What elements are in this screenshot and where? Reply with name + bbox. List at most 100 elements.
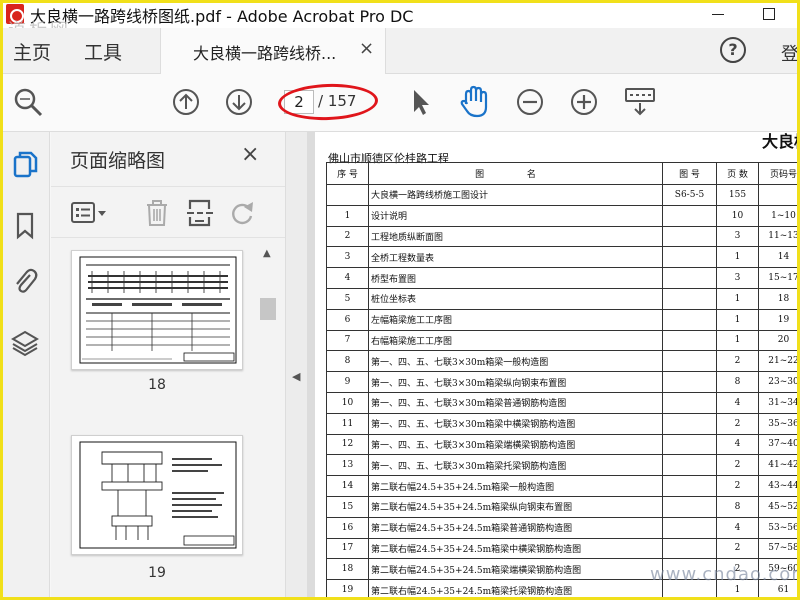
document-heading: 大良横 bbox=[762, 132, 800, 151]
row-code bbox=[662, 537, 717, 560]
row-index: 15 bbox=[326, 495, 369, 518]
row-code bbox=[662, 391, 717, 414]
row-code bbox=[662, 371, 717, 393]
table-row: 10 第一、四、五、七联3×30m箱梁普通钢筋构造图 4 31~34 bbox=[326, 391, 800, 414]
row-title: 第二联右幅24.5+35+24.5m箱梁端横梁钢筋构造图 bbox=[368, 558, 663, 581]
collapse-panel-icon[interactable]: ◀ bbox=[292, 370, 300, 383]
thumbnails-scrollbar[interactable]: ▲ bbox=[259, 246, 277, 600]
hand-tool-icon[interactable] bbox=[458, 84, 492, 120]
document-view[interactable]: 大良横 佛山市顺德区伦桂路工程 序 号 图 名 图 号 页 数 页码号 大良横一… bbox=[307, 132, 800, 600]
row-title: 桩位坐标表 bbox=[368, 287, 663, 310]
table-row: 大良横一路跨线桥施工图设计 S6-5-5 155 bbox=[326, 184, 800, 206]
table-row: 17 第二联右幅24.5+35+24.5m箱梁中横梁钢筋构造图 2 57~58 bbox=[326, 537, 800, 560]
zoom-in-icon[interactable] bbox=[569, 87, 599, 117]
row-index: 19 bbox=[326, 579, 369, 600]
zoom-out-icon[interactable] bbox=[515, 87, 545, 117]
row-code bbox=[662, 454, 717, 477]
row-index: 3 bbox=[326, 246, 369, 269]
row-title: 第二联右幅24.5+35+24.5m箱梁中横梁钢筋构造图 bbox=[368, 537, 663, 560]
row-title: 第二联右幅24.5+35+24.5m箱梁普通钢筋构造图 bbox=[368, 516, 663, 539]
row-range: 57~58 bbox=[758, 537, 800, 560]
row-index: 7 bbox=[326, 329, 369, 352]
table-row: 11 第一、四、五、七联3×30m箱梁中横梁钢筋构造图 2 35~36 bbox=[326, 412, 800, 435]
row-title: 第二联右幅24.5+35+24.5m箱梁托梁钢筋构造图 bbox=[368, 579, 663, 600]
row-index: 12 bbox=[326, 433, 369, 456]
minimize-button[interactable] bbox=[706, 6, 732, 22]
table-row: 12 第一、四、五、七联3×30m箱梁端横梁钢筋构造图 4 37~40 bbox=[326, 433, 800, 456]
previous-page-icon[interactable] bbox=[171, 87, 201, 117]
thumbnail-page[interactable] bbox=[71, 435, 243, 555]
attachment-icon[interactable] bbox=[10, 266, 40, 296]
row-range: 23~30 bbox=[758, 371, 800, 393]
row-pages: 2 bbox=[716, 537, 759, 560]
table-row: 15 第二联右幅24.5+35+24.5m箱梁纵向钢束布置图 8 45~52 bbox=[326, 495, 800, 518]
help-icon[interactable]: ? bbox=[720, 37, 746, 63]
row-code bbox=[662, 412, 717, 435]
thumbnail-options-icon[interactable] bbox=[69, 199, 109, 227]
row-code bbox=[662, 350, 717, 373]
row-code bbox=[662, 225, 717, 248]
row-title: 第一、四、五、七联3×30m箱梁普通钢筋构造图 bbox=[368, 391, 663, 414]
header-code: 图 号 bbox=[662, 162, 717, 185]
row-pages: 2 bbox=[716, 475, 759, 497]
table-row: 5 桩位坐标表 1 18 bbox=[326, 287, 800, 310]
row-index: 9 bbox=[326, 371, 369, 393]
row-code bbox=[662, 246, 717, 269]
row-code bbox=[662, 516, 717, 539]
tab-close-icon[interactable]: × bbox=[359, 38, 374, 59]
row-code bbox=[662, 308, 717, 331]
row-code bbox=[662, 287, 717, 310]
window-title: 大良横一路跨线桥图纸.pdf - Adobe Acrobat Pro DC bbox=[30, 7, 414, 26]
header-range: 页码号 bbox=[758, 162, 800, 185]
row-index: 6 bbox=[326, 308, 369, 331]
scroll-up-icon[interactable]: ▲ bbox=[263, 248, 271, 259]
row-range: 45~52 bbox=[758, 495, 800, 518]
menu-home[interactable]: 主页 bbox=[13, 38, 51, 65]
pdf-page: 大良横 佛山市顺德区伦桂路工程 序 号 图 名 图 号 页 数 页码号 大良横一… bbox=[315, 132, 800, 600]
toolbar: 2 / 157 bbox=[0, 74, 800, 132]
keyboard-scroll-icon[interactable] bbox=[622, 85, 658, 119]
row-range: 19 bbox=[758, 308, 800, 331]
navigation-rail bbox=[0, 132, 50, 600]
panel-close-icon[interactable]: × bbox=[241, 142, 259, 167]
table-row: 2 工程地质纵断面图 3 11~13 bbox=[326, 225, 800, 248]
row-pages: 10 bbox=[716, 204, 759, 227]
extract-page-icon[interactable] bbox=[185, 197, 215, 229]
row-index: 2 bbox=[326, 225, 369, 248]
row-title: 右幅箱梁施工工序图 bbox=[368, 329, 663, 352]
page-thumbnails-icon[interactable] bbox=[10, 150, 40, 180]
bookmark-icon[interactable] bbox=[10, 210, 40, 240]
title-bar: 大良横一路跨线桥图纸.pdf - Adobe Acrobat Pro DC 道析… bbox=[0, 0, 800, 41]
panel-splitter[interactable]: ◀ bbox=[285, 132, 307, 600]
table-row: 7 右幅箱梁施工工序图 1 20 bbox=[326, 329, 800, 352]
row-pages: 1 bbox=[716, 308, 759, 331]
document-tab[interactable]: 大良横一路跨线桥... × bbox=[160, 28, 386, 74]
select-cursor-icon[interactable] bbox=[408, 86, 434, 118]
row-pages: 2 bbox=[716, 412, 759, 435]
row-title: 左幅箱梁施工工序图 bbox=[368, 308, 663, 331]
zoom-search-icon[interactable] bbox=[12, 86, 44, 118]
thumbnail-drawing bbox=[79, 256, 237, 364]
next-page-icon[interactable] bbox=[224, 87, 254, 117]
row-title: 工程地质纵断面图 bbox=[368, 225, 663, 248]
header-pages: 页 数 bbox=[716, 162, 759, 185]
menu-tools[interactable]: 工具 bbox=[84, 38, 122, 65]
row-pages: 8 bbox=[716, 371, 759, 393]
row-index: 16 bbox=[326, 516, 369, 539]
thumbnails-title: 页面缩略图 bbox=[70, 150, 166, 172]
row-range: 14 bbox=[758, 246, 800, 269]
table-row: 6 左幅箱梁施工工序图 1 19 bbox=[326, 308, 800, 331]
table-row: 3 全桥工程数量表 1 14 bbox=[326, 246, 800, 269]
row-index: 4 bbox=[326, 267, 369, 289]
rotate-page-icon[interactable] bbox=[227, 198, 257, 228]
row-index: 8 bbox=[326, 350, 369, 373]
scrollbar-thumb[interactable] bbox=[260, 298, 276, 320]
delete-page-icon[interactable] bbox=[143, 198, 171, 228]
maximize-button[interactable] bbox=[756, 5, 782, 23]
table-row: 16 第二联右幅24.5+35+24.5m箱梁普通钢筋构造图 4 53~56 bbox=[326, 516, 800, 539]
layers-icon[interactable] bbox=[10, 328, 40, 358]
row-range: 43~44 bbox=[758, 475, 800, 497]
thumbnail-page[interactable] bbox=[71, 250, 243, 370]
table-row: 1 设计说明 10 1~10 bbox=[326, 204, 800, 227]
sign-in-button[interactable]: 登 bbox=[781, 40, 799, 66]
